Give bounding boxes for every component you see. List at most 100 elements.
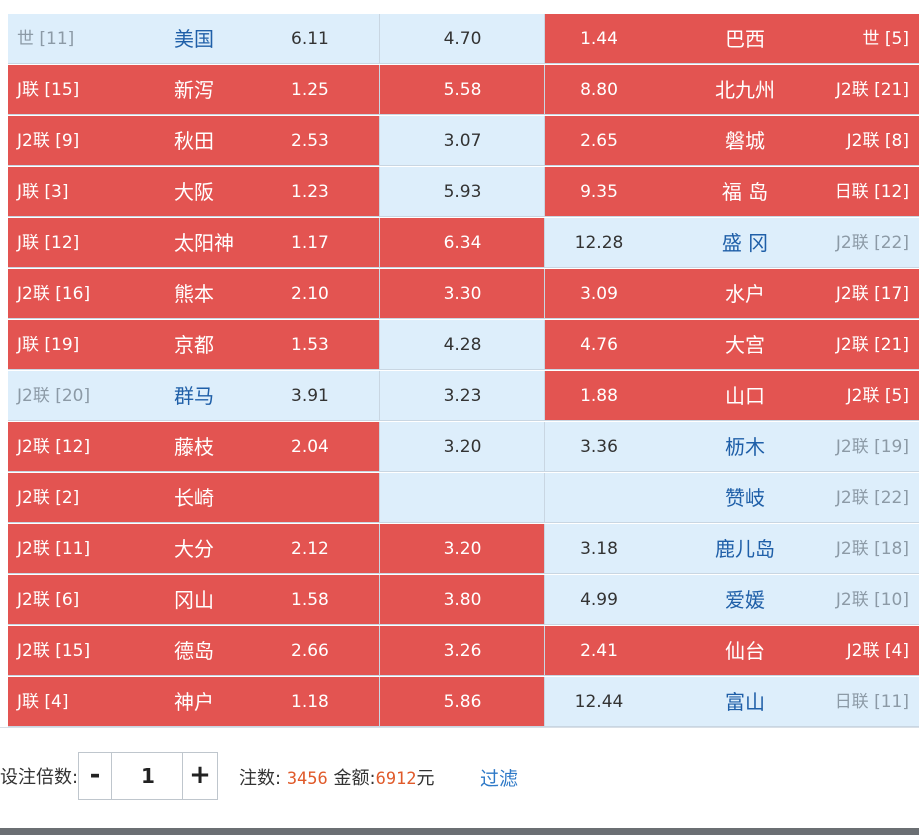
away-win-option[interactable]: 3.36 枥木 J2联 [19] [545, 422, 919, 472]
filter-link[interactable]: 过滤 [480, 764, 518, 794]
home-league-label: J联 [4] [17, 692, 69, 712]
increment-button[interactable]: + [182, 753, 217, 799]
away-odds: 1.88 [580, 386, 618, 406]
away-team-name: 爱媛 [725, 588, 765, 612]
home-league-label: J2联 [9] [17, 131, 80, 151]
draw-option[interactable]: 3.30 [380, 269, 545, 319]
home-odds: 1.18 [291, 692, 329, 712]
away-team-name: 富山 [725, 690, 765, 714]
away-league-label: J2联 [18] [835, 539, 909, 559]
match-row: J2联 [20] 群马 3.91 3.23 1.88 山口 J2联 [5] [8, 371, 919, 422]
away-league-label: J2联 [22] [835, 233, 909, 253]
draw-odds: 5.58 [443, 80, 482, 100]
home-win-option[interactable]: J联 [19] 京都 1.53 [8, 320, 380, 370]
home-team-name: 秋田 [174, 129, 214, 153]
away-win-option[interactable]: 8.80 北九州 J2联 [21] [545, 65, 919, 115]
home-league-label: J2联 [2] [17, 488, 80, 508]
home-win-option[interactable]: J联 [15] 新泻 1.25 [8, 65, 380, 115]
away-league-label: J2联 [8] [846, 131, 909, 151]
home-win-option[interactable]: 世 [11] 美国 6.11 [8, 14, 380, 64]
home-win-option[interactable]: J2联 [6] 冈山 1.58 [8, 575, 380, 625]
away-odds: 1.44 [580, 29, 618, 49]
home-league-label: J2联 [16] [17, 284, 91, 304]
away-win-option[interactable]: 1.88 山口 J2联 [5] [545, 371, 919, 421]
match-row: J2联 [12] 藤枝 2.04 3.20 3.36 枥木 J2联 [19] [8, 422, 919, 473]
away-team-name: 山口 [725, 384, 765, 408]
draw-option[interactable]: 6.34 [380, 218, 545, 268]
away-odds: 9.35 [580, 182, 618, 202]
amount-value: 6912 [375, 769, 417, 789]
home-win-option[interactable]: J2联 [9] 秋田 2.53 [8, 116, 380, 166]
draw-option[interactable]: 4.70 [380, 14, 545, 64]
away-win-option[interactable]: 3.09 水户 J2联 [17] [545, 269, 919, 319]
away-odds: 3.18 [580, 539, 618, 559]
away-win-option[interactable]: 9.35 福 岛 日联 [12] [545, 167, 919, 217]
away-win-option[interactable]: 3.18 鹿儿岛 J2联 [18] [545, 524, 919, 574]
draw-odds: 3.26 [443, 641, 482, 661]
home-odds: 2.10 [291, 284, 329, 304]
multiplier-stepper[interactable]: - 1 + [78, 752, 218, 800]
draw-option[interactable]: 3.23 [380, 371, 545, 421]
draw-odds: 5.86 [443, 692, 482, 712]
draw-option[interactable] [380, 473, 545, 523]
multiplier-input[interactable]: 1 [112, 753, 184, 799]
home-team-name: 冈山 [174, 588, 214, 612]
home-win-option[interactable]: J联 [4] 神户 1.18 [8, 677, 380, 727]
away-win-option[interactable]: 12.44 富山 日联 [11] [545, 677, 919, 727]
multiplier-label: 设注倍数: [0, 767, 79, 788]
away-league-label: J2联 [22] [835, 488, 909, 508]
away-win-option[interactable]: 4.99 爱媛 J2联 [10] [545, 575, 919, 625]
footer-divider [0, 727, 919, 728]
away-team-name: 赞岐 [725, 486, 765, 510]
home-team-name: 美国 [174, 27, 214, 51]
draw-option[interactable]: 4.28 [380, 320, 545, 370]
draw-odds: 3.30 [443, 284, 482, 304]
away-win-option[interactable]: 赞岐 J2联 [22] [545, 473, 919, 523]
bet-summary: 注数: 3456 金额:6912元 [239, 764, 435, 794]
home-win-option[interactable]: J联 [3] 大阪 1.23 [8, 167, 380, 217]
draw-option[interactable]: 3.80 [380, 575, 545, 625]
home-team-name: 大分 [174, 537, 214, 561]
home-league-label: J联 [15] [17, 80, 80, 100]
away-team-name: 大宫 [725, 333, 765, 357]
draw-option[interactable]: 5.86 [380, 677, 545, 727]
away-win-option[interactable]: 1.44 巴西 世 [5] [545, 14, 919, 64]
draw-odds: 3.07 [443, 131, 482, 151]
home-win-option[interactable]: J2联 [15] 德岛 2.66 [8, 626, 380, 676]
home-win-option[interactable]: J2联 [12] 藤枝 2.04 [8, 422, 380, 472]
home-league-label: J2联 [15] [17, 641, 91, 661]
match-row: J2联 [16] 熊本 2.10 3.30 3.09 水户 J2联 [17] [8, 269, 919, 320]
draw-option[interactable]: 5.58 [380, 65, 545, 115]
home-win-option[interactable]: J2联 [16] 熊本 2.10 [8, 269, 380, 319]
away-win-option[interactable]: 2.65 磐城 J2联 [8] [545, 116, 919, 166]
decrement-button[interactable]: - [79, 753, 112, 799]
draw-option[interactable]: 3.26 [380, 626, 545, 676]
home-odds: 1.23 [291, 182, 329, 202]
draw-option[interactable]: 5.93 [380, 167, 545, 217]
away-league-label: 日联 [11] [834, 692, 909, 712]
home-win-option[interactable]: J2联 [11] 大分 2.12 [8, 524, 380, 574]
away-odds: 3.09 [580, 284, 618, 304]
home-team-name: 群马 [174, 384, 214, 408]
draw-odds: 3.23 [443, 386, 482, 406]
draw-option[interactable]: 3.20 [380, 524, 545, 574]
away-win-option[interactable]: 12.28 盛 冈 J2联 [22] [545, 218, 919, 268]
draw-odds: 5.93 [443, 182, 482, 202]
match-row: J2联 [6] 冈山 1.58 3.80 4.99 爱媛 J2联 [10] [8, 575, 919, 626]
home-win-option[interactable]: J2联 [2] 长崎 [8, 473, 380, 523]
match-table: 世 [11] 美国 6.11 4.70 1.44 巴西 世 [5] J联 [15] 新泻 1.25… [8, 14, 919, 728]
home-win-option[interactable]: J联 [12] 太阳神 1.17 [8, 218, 380, 268]
away-league-label: J2联 [5] [846, 386, 909, 406]
home-odds: 2.66 [291, 641, 329, 661]
away-odds: 2.41 [580, 641, 618, 661]
draw-option[interactable]: 3.07 [380, 116, 545, 166]
match-row: J联 [4] 神户 1.18 5.86 12.44 富山 日联 [11] [8, 677, 919, 728]
away-win-option[interactable]: 4.76 大宫 J2联 [21] [545, 320, 919, 370]
away-team-name: 福 岛 [721, 180, 769, 204]
home-win-option[interactable]: J2联 [20] 群马 3.91 [8, 371, 380, 421]
away-odds: 4.76 [580, 335, 618, 355]
home-league-label: J联 [12] [17, 233, 80, 253]
home-team-name: 长崎 [174, 486, 214, 510]
away-win-option[interactable]: 2.41 仙台 J2联 [4] [545, 626, 919, 676]
draw-option[interactable]: 3.20 [380, 422, 545, 472]
